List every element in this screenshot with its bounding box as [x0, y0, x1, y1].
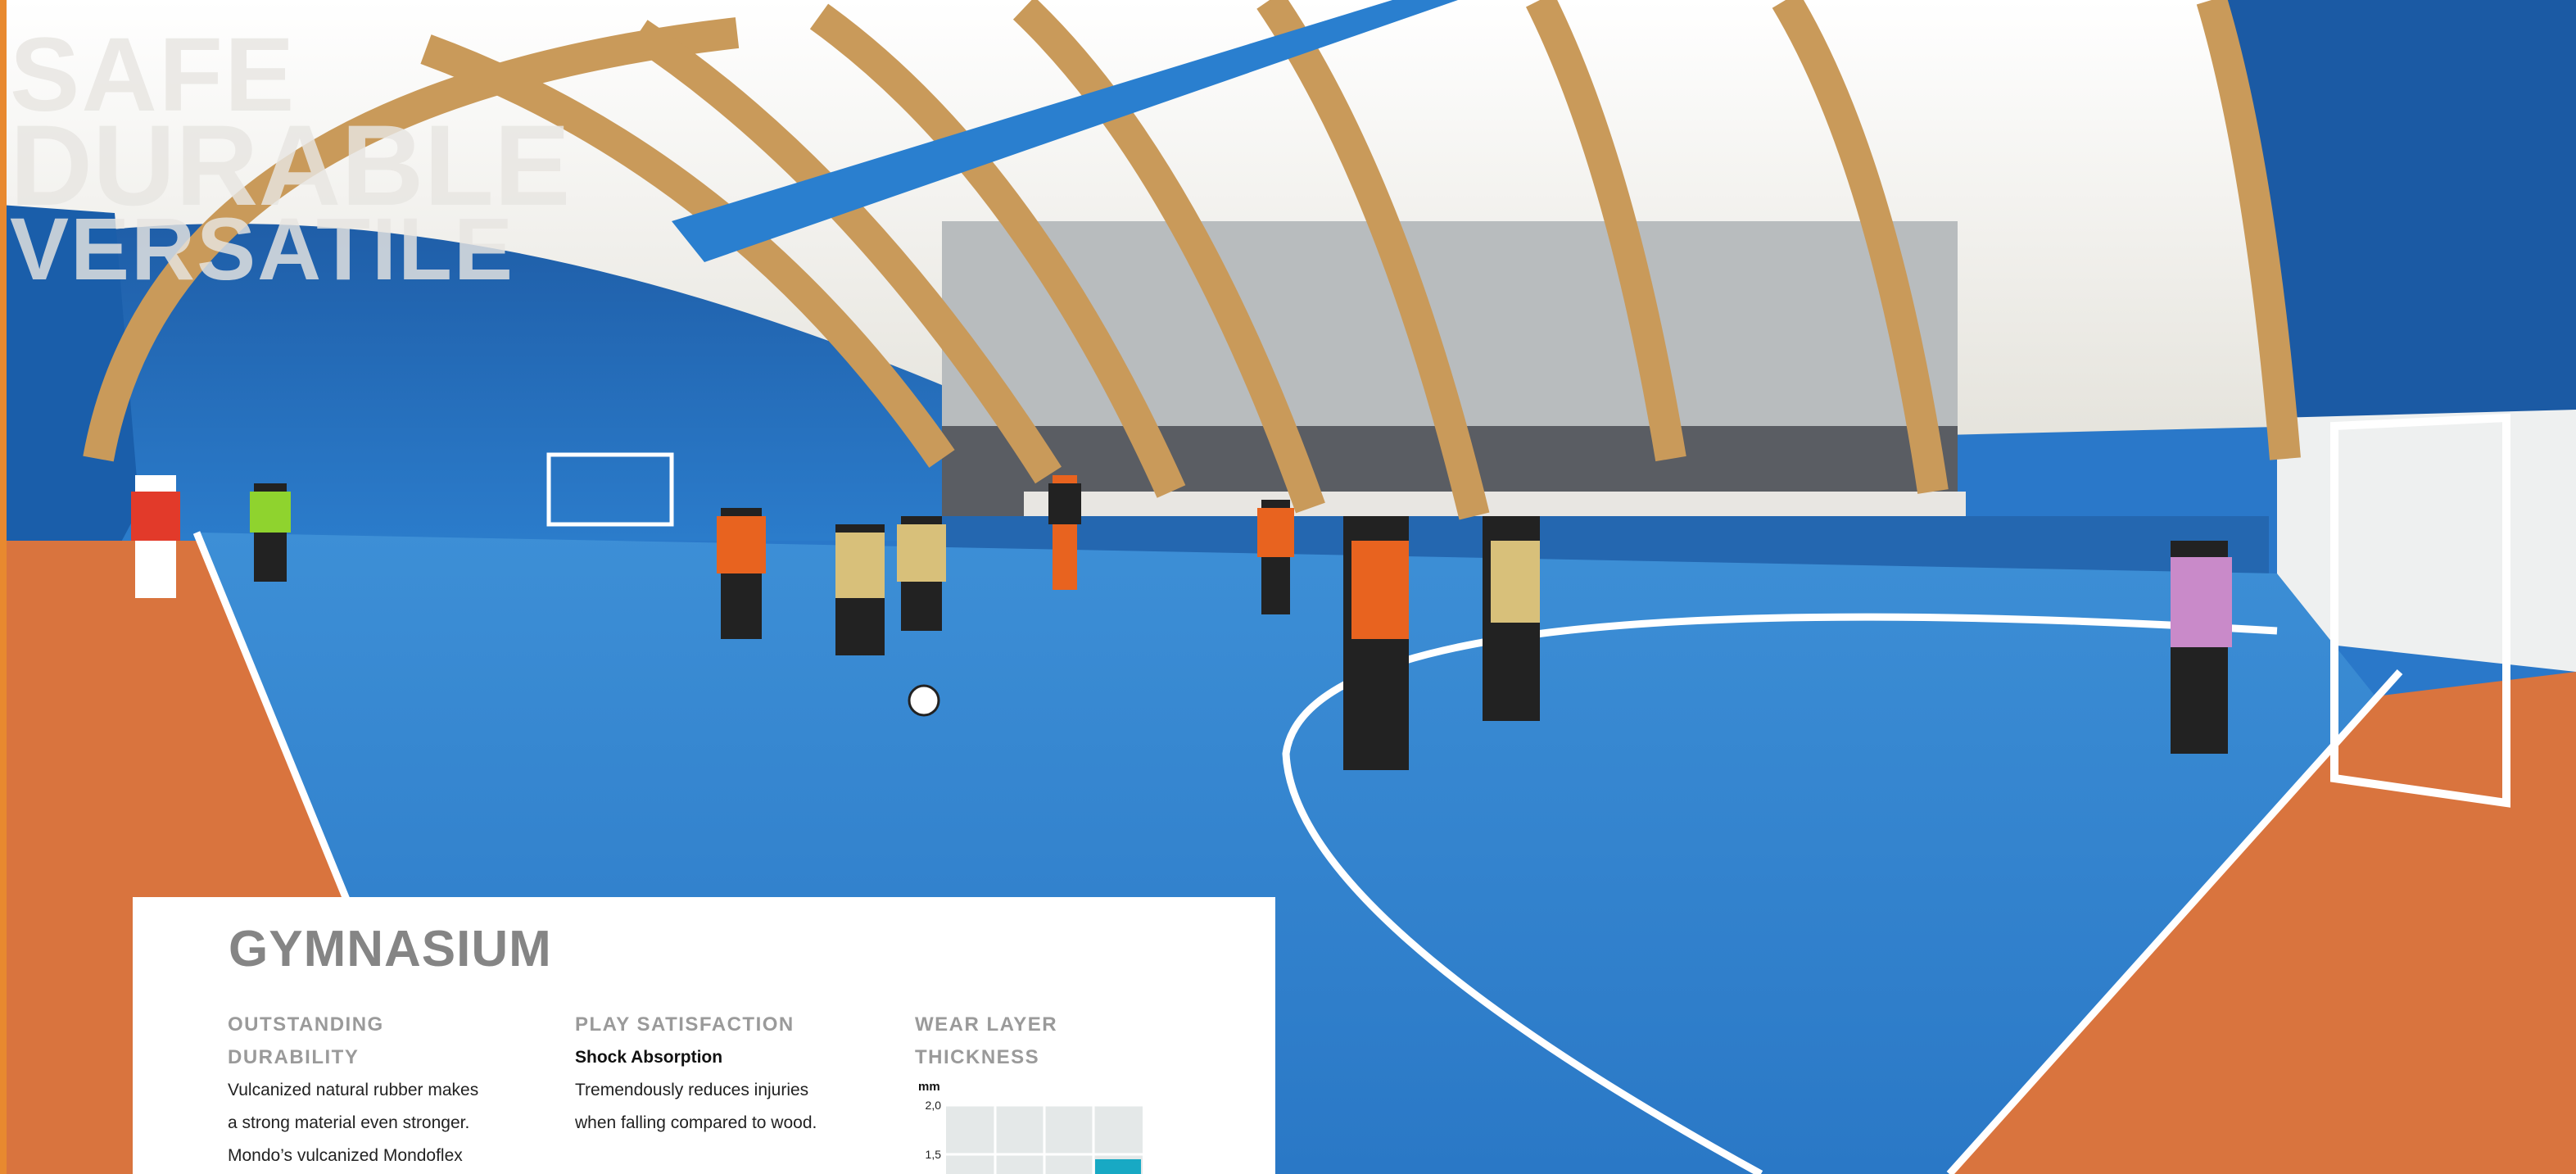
- column-play-satisfaction: PLAY SATISFACTION Shock Absorption Treme…: [575, 1009, 886, 1140]
- column-body-line: when falling compared to wood.: [575, 1113, 817, 1132]
- chart-y-tick-label: 1,5: [926, 1148, 942, 1161]
- info-panel: GYMNASIUM OUTSTANDING DURABILITY Vulcani…: [133, 897, 1275, 1174]
- wear-layer-chart: mm 2,0 1,5: [915, 1079, 1161, 1174]
- column-heading-line: OUTSTANDING: [228, 1013, 384, 1036]
- ball: [908, 684, 940, 717]
- column-body-line: a strong material even stronger.: [228, 1113, 470, 1132]
- column-subheading: Shock Absorption: [575, 1048, 723, 1067]
- column-heading-line: WEAR LAYER: [915, 1013, 1058, 1036]
- chart-y-unit-label: mm: [918, 1080, 940, 1094]
- page-edge-stripe: [0, 0, 7, 1174]
- column-durability: OUTSTANDING DURABILITY Vulcanized natura…: [228, 1009, 539, 1172]
- chart-bar: [1095, 1159, 1141, 1174]
- column-body-line: Vulcanized natural rubber makes: [228, 1081, 479, 1099]
- panel-title: GYMNASIUM: [229, 921, 552, 977]
- chart-y-tick-label: 2,0: [926, 1099, 942, 1112]
- column-heading-line: PLAY SATISFACTION: [575, 1013, 795, 1036]
- column-heading-line: THICKNESS: [915, 1046, 1040, 1068]
- wear-layer-chart-svg: mm 2,0 1,5: [918, 1080, 1143, 1174]
- column-heading-line: DURABILITY: [228, 1046, 360, 1068]
- column-wear-layer: WEAR LAYER THICKNESS: [915, 1009, 1226, 1074]
- headline: SAFE DURABLE VERSATILE: [10, 23, 570, 298]
- column-body-line: Mondo’s vulcanized Mondoflex: [228, 1146, 463, 1165]
- headline-line-versatile: VERSATILE: [10, 198, 515, 298]
- column-body-line: Tremendously reduces injuries: [575, 1081, 809, 1099]
